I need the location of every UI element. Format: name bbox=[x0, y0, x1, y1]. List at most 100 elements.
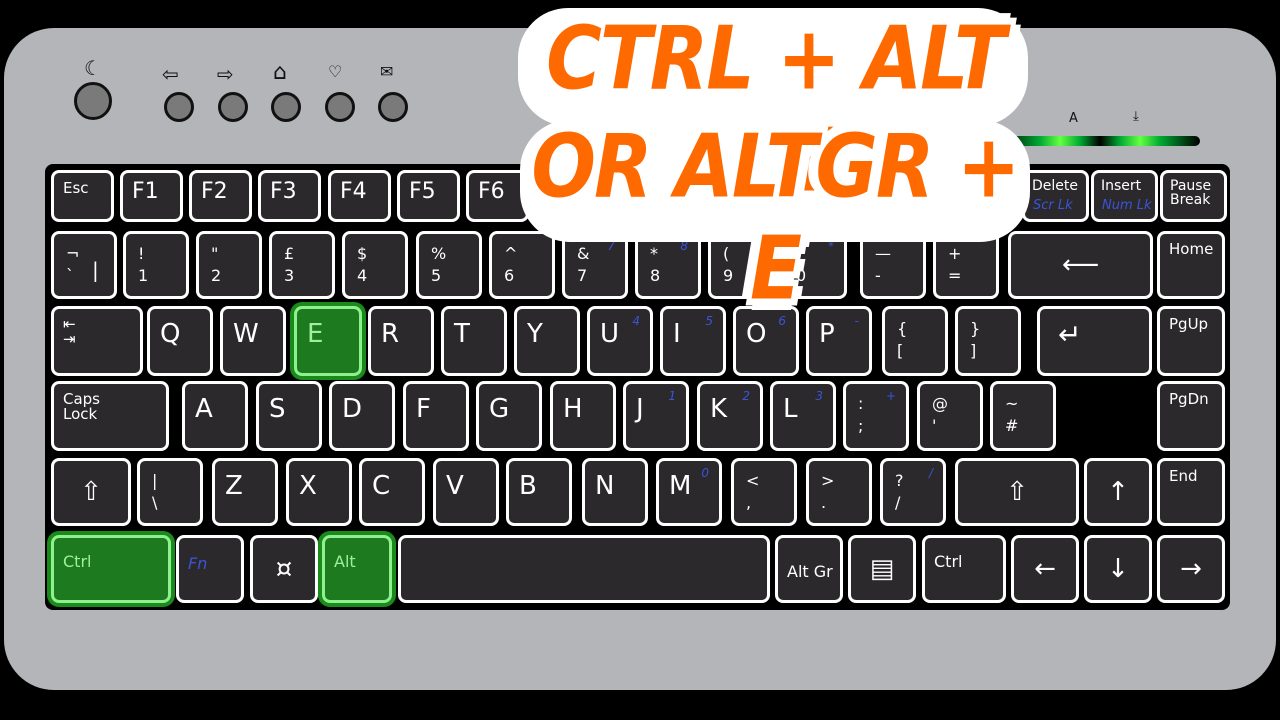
key-home-3-d[interactable]: D bbox=[329, 381, 395, 451]
key-label: Home bbox=[1169, 240, 1214, 258]
key-shift-8-m[interactable]: M0 bbox=[656, 458, 722, 526]
key-alt-legend: Num Lk bbox=[1102, 198, 1152, 213]
key-label: E bbox=[307, 319, 324, 349]
key-home-1-a[interactable]: A bbox=[182, 381, 248, 451]
key-shift-legend: : bbox=[858, 394, 864, 413]
key-home-10-symbol[interactable]: :; + bbox=[843, 381, 909, 451]
key-shift-7-n[interactable]: N bbox=[582, 458, 648, 526]
key-num-14-home[interactable]: Home bbox=[1157, 231, 1225, 299]
key-bottom-5-alt-gr[interactable]: Alt Gr bbox=[775, 535, 843, 603]
key-label: I bbox=[673, 319, 681, 349]
key-fn-5-f5[interactable]: F5 bbox=[397, 170, 460, 222]
key-shift-legend: { bbox=[897, 319, 908, 338]
key-fn-8-insert[interactable]: Insert Num Lk bbox=[1091, 170, 1158, 222]
back-button[interactable] bbox=[164, 92, 194, 122]
key-qwerty-3-e[interactable]: E bbox=[294, 306, 362, 376]
key-qwerty-14-pgup[interactable]: PgUp bbox=[1157, 306, 1225, 376]
key-shift-9-symbol[interactable]: <, bbox=[731, 458, 797, 526]
key-shift-5-v[interactable]: V bbox=[433, 458, 499, 526]
favorites-button[interactable] bbox=[325, 92, 355, 122]
key-label: G bbox=[489, 394, 510, 424]
key-home-13-pgdn[interactable]: PgDn bbox=[1157, 381, 1225, 451]
key-home-0-caps-lock[interactable]: Caps Lock bbox=[51, 381, 169, 451]
key-label: F5 bbox=[409, 179, 436, 204]
key-shift-legend: < bbox=[746, 471, 760, 490]
key-shift-3-x[interactable]: X bbox=[286, 458, 352, 526]
key-shift-0-symbol[interactable]: ⇧ bbox=[51, 458, 131, 526]
key-bottom-1-fn[interactable]: Fn bbox=[176, 535, 244, 603]
email-button[interactable] bbox=[378, 92, 408, 122]
key-label: ↓ bbox=[1107, 554, 1129, 584]
key-base-legend: 4 bbox=[357, 266, 368, 285]
key-fn-0-esc[interactable]: Esc bbox=[51, 170, 114, 222]
key-bottom-9-symbol[interactable]: ↓ bbox=[1084, 535, 1152, 603]
key-shift-legend: % bbox=[431, 244, 447, 263]
key-label: Caps Lock bbox=[63, 390, 101, 423]
key-bottom-6-symbol[interactable]: ▤ bbox=[848, 535, 916, 603]
key-fn-4-f4[interactable]: F4 bbox=[328, 170, 391, 222]
key-base-legend: 3 bbox=[284, 266, 295, 285]
key-qwerty-5-t[interactable]: T bbox=[441, 306, 507, 376]
key-qwerty-1-q[interactable]: Q bbox=[147, 306, 213, 376]
key-num-2-2[interactable]: " 2 bbox=[196, 231, 262, 299]
key-shift-13-symbol[interactable]: ↑ bbox=[1084, 458, 1152, 526]
key-bottom-10-symbol[interactable]: → bbox=[1157, 535, 1225, 603]
key-fn-2-f2[interactable]: F2 bbox=[189, 170, 252, 222]
key-label: ← bbox=[1034, 554, 1056, 584]
moon-icon: ☾ bbox=[84, 56, 102, 80]
key-shift-legend: ~ bbox=[1005, 394, 1019, 413]
key-label: Z bbox=[225, 471, 243, 501]
key-num-5-5[interactable]: % 5 bbox=[416, 231, 482, 299]
key-label: B bbox=[519, 471, 537, 501]
key-bottom-3-alt[interactable]: Alt bbox=[322, 535, 392, 603]
key-num-3-3[interactable]: £3 bbox=[269, 231, 335, 299]
key-bottom-8-symbol[interactable]: ← bbox=[1011, 535, 1079, 603]
key-bottom-4-space[interactable] bbox=[398, 535, 770, 603]
key-fn-3-f3[interactable]: F3 bbox=[258, 170, 321, 222]
key-label: S bbox=[269, 394, 286, 424]
key-home-8-k[interactable]: K2 bbox=[697, 381, 763, 451]
key-label: U bbox=[600, 319, 620, 349]
key-shift-11-symbol[interactable]: ? / / bbox=[880, 458, 946, 526]
key-qwerty-0-symbol[interactable]: ⇤ ⇥ bbox=[51, 306, 143, 376]
key-home-11-symbol[interactable]: @ ' bbox=[917, 381, 983, 451]
key-base-legend: 2 bbox=[211, 266, 222, 285]
key-shift-4-c[interactable]: C bbox=[359, 458, 425, 526]
forward-button[interactable] bbox=[218, 92, 248, 122]
key-label: T bbox=[454, 319, 470, 349]
key-shift-12-symbol[interactable]: ⇧ bbox=[955, 458, 1079, 526]
key-bottom-7-ctrl[interactable]: Ctrl bbox=[922, 535, 1006, 603]
key-bottom-2-symbol[interactable]: ¤ bbox=[250, 535, 318, 603]
key-shift-14-end[interactable]: End bbox=[1157, 458, 1225, 526]
key-base-legend: 5 bbox=[431, 266, 442, 285]
sleep-button[interactable] bbox=[74, 82, 112, 120]
key-qwerty-4-r[interactable]: R bbox=[368, 306, 434, 376]
key-fn-9-pause-break[interactable]: Pause Break bbox=[1160, 170, 1227, 222]
key-home-7-j[interactable]: J1 bbox=[623, 381, 689, 451]
key-label: F6 bbox=[478, 179, 505, 204]
key-num-0-symbol[interactable]: ¬ ` | bbox=[51, 231, 117, 299]
key-home-9-l[interactable]: L3 bbox=[770, 381, 836, 451]
key-shift-legend: ¬ bbox=[66, 244, 80, 263]
key-label: P bbox=[819, 319, 835, 349]
key-shift-6-b[interactable]: B bbox=[506, 458, 572, 526]
key-bottom-0-ctrl[interactable]: Ctrl bbox=[51, 535, 171, 603]
home-button[interactable] bbox=[271, 92, 301, 122]
key-num-1-1[interactable]: ! 1 bbox=[123, 231, 189, 299]
key-shift-legend: > bbox=[821, 471, 835, 490]
key-home-2-s[interactable]: S bbox=[256, 381, 322, 451]
key-home-6-h[interactable]: H bbox=[550, 381, 616, 451]
key-shift-legend: " bbox=[211, 244, 219, 263]
key-home-5-g[interactable]: G bbox=[476, 381, 542, 451]
key-home-4-f[interactable]: F bbox=[403, 381, 469, 451]
key-fn-1-f1[interactable]: F1 bbox=[120, 170, 183, 222]
key-home-12-symbol[interactable]: ~ # bbox=[990, 381, 1056, 451]
key-num-4-4[interactable]: $4 bbox=[342, 231, 408, 299]
key-shift-1-symbol[interactable]: | \ bbox=[137, 458, 203, 526]
key-base-legend: ` bbox=[66, 266, 74, 285]
key-label: A bbox=[195, 394, 213, 424]
key-shift-10-symbol[interactable]: >. bbox=[806, 458, 872, 526]
key-qwerty-13-symbol[interactable]: ↵ bbox=[1037, 306, 1152, 376]
key-qwerty-2-w[interactable]: W bbox=[220, 306, 286, 376]
key-shift-2-z[interactable]: Z bbox=[212, 458, 278, 526]
